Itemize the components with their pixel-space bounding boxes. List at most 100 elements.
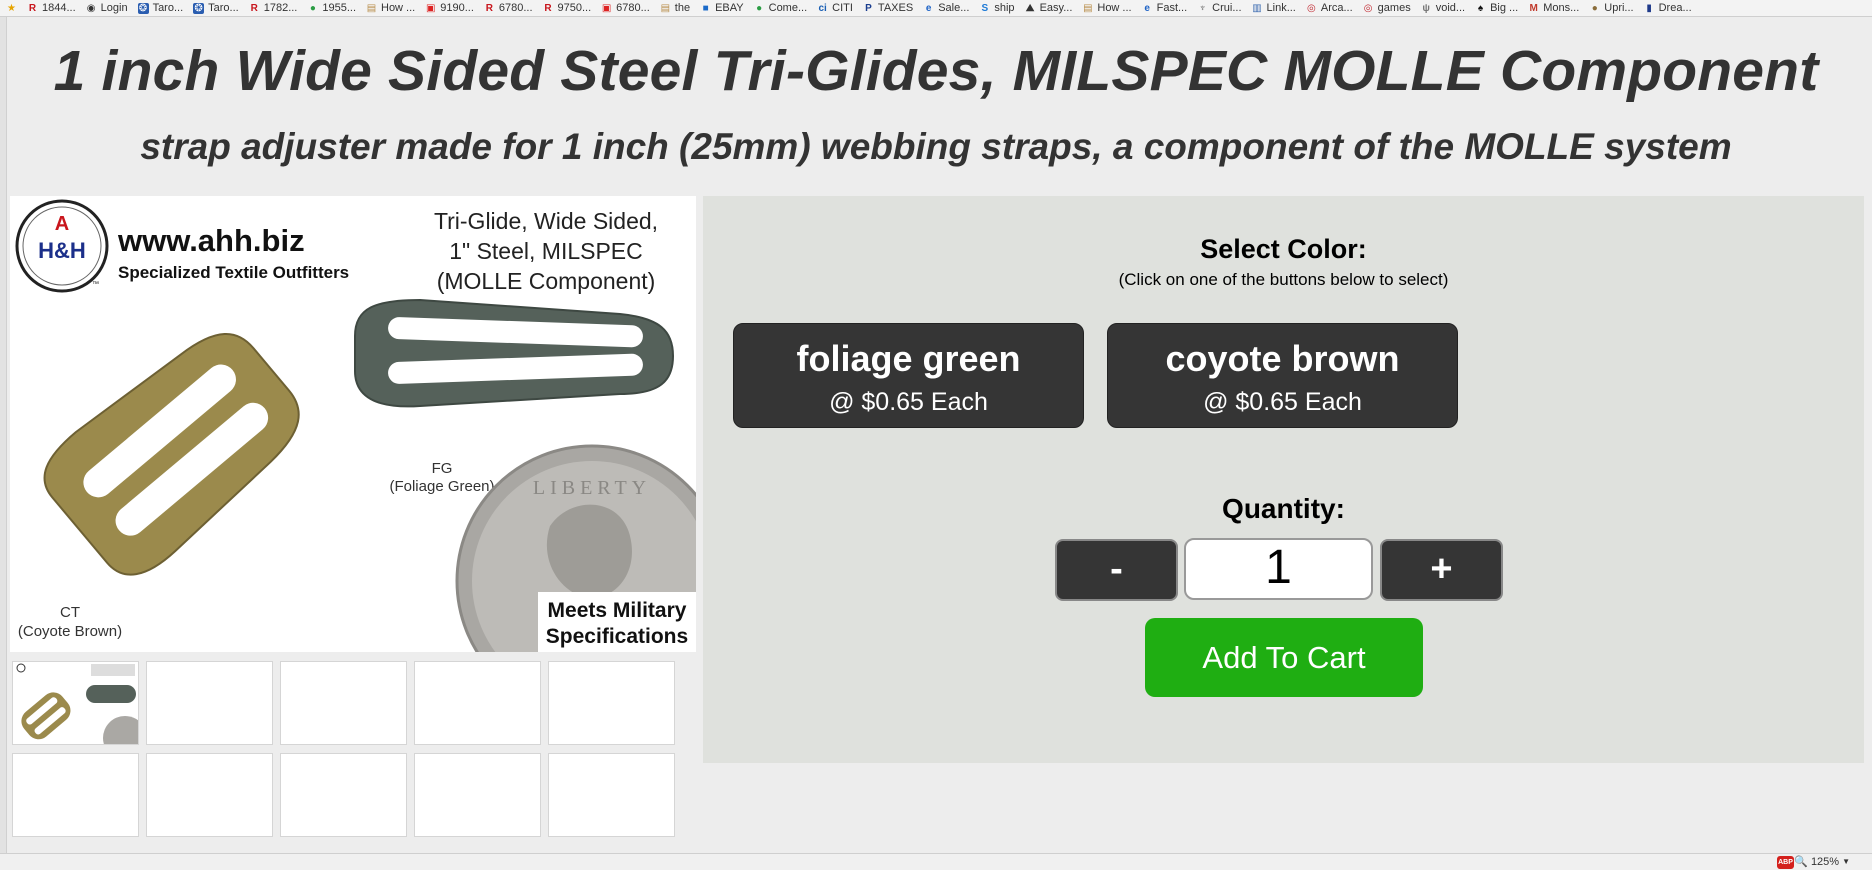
bookmark-label: 1844... [42,2,76,14]
bookmark-item[interactable]: ❂ Taro... [137,2,183,14]
bookmark-label: games [1377,2,1411,14]
coyote-brown-triglide [43,333,300,576]
bookmark-item[interactable]: ⛰ Easy... [1025,2,1073,14]
foliage-green-triglide [354,298,675,408]
bookmark-item[interactable]: ◉ Login [86,2,128,14]
status-bar: ABP 🔍 125% ▼ [0,853,1872,870]
thumbnail-3[interactable] [280,661,407,745]
thumbnail-5[interactable] [548,661,675,745]
chevron-down-icon: ▼ [1842,857,1850,866]
bookmark-item[interactable]: e Fast... [1142,2,1188,14]
bookmark-label: 9190... [440,2,474,14]
color-button-coyote-brown[interactable]: coyote brown @ $0.65 Each [1107,323,1458,428]
thumbnail-9[interactable] [414,753,541,837]
bookmark-item[interactable]: ψ void... [1421,2,1465,14]
product-main-image[interactable]: A H&H ™ www.ahh.biz Specialized Textile … [10,196,696,652]
bookmark-label: Sale... [938,2,970,14]
select-color-hint: (Click on one of the buttons below to se… [1118,270,1449,289]
bookmark-label: How ... [1097,2,1132,14]
bookmark-label: How ... [381,2,416,14]
milspec-line-1: Meets Military [548,599,687,622]
product-subtitle: strap adjuster made for 1 inch (25mm) we… [140,126,1732,167]
void-icon: ψ [1422,2,1430,14]
tarot-icon: ❂ [193,2,205,14]
bookmark-label: Upri... [1604,2,1634,14]
bookmark-item[interactable]: M Mons... [1528,2,1580,14]
bookmark-label: EBAY [715,2,744,14]
color-button-foliage-green[interactable]: foliage green @ $0.65 Each [733,323,1084,428]
bookmark-item[interactable]: e Sale... [923,2,969,14]
color-price: @ $0.65 Each [829,388,988,416]
r-logo-icon: R [28,2,37,14]
thumbnail-6[interactable] [12,753,139,837]
bookmark-label: 6780... [616,2,650,14]
zoom-indicator[interactable]: 🔍 125% ▼ [1794,855,1850,869]
bookmark-item[interactable]: R 6780... [484,2,533,14]
quantity-increment-button[interactable]: + [1380,539,1503,601]
eye-icon: ◎ [1363,2,1373,14]
bookmark-item[interactable]: ◎ Arca... [1306,2,1353,14]
bookmark-item[interactable]: ♆ Crui... [1197,2,1242,14]
bookmark-item[interactable]: ci CITI [817,2,852,14]
color-price: @ $0.65 Each [1203,388,1362,416]
thumbnail-8[interactable] [280,753,407,837]
bookmark-item[interactable]: ● Upri... [1589,2,1634,14]
thumbnail-7[interactable] [146,753,273,837]
ct-code: CT [60,604,80,621]
add-to-cart-button[interactable]: Add To Cart [1145,618,1423,697]
bookmark-label: Fast... [1156,2,1188,14]
caption-line-3: (MOLLE Component) [437,268,656,294]
page-icon: ▤ [660,2,671,14]
gift-icon: ▣ [426,2,436,14]
bookmark-label: the [674,2,691,14]
product-title: 1 inch Wide Sided Steel Tri-Glides, MILS… [53,39,1819,103]
brand-site: www.ahh.biz [117,223,305,258]
bookmark-item[interactable]: R 1782... [249,2,298,14]
bookmark-item[interactable]: ▤ How ... [366,2,415,14]
bookmark-item[interactable]: ▤ the [660,2,691,14]
color-name: coyote brown [1165,338,1400,379]
bookmark-label: Easy... [1039,2,1073,14]
bookmark-item[interactable]: Sship [979,2,1015,14]
bookmark-item[interactable]: ▣ 9190... [425,2,474,14]
bookmark-item[interactable]: ♠ Big ... [1475,2,1518,14]
thumbnail-2[interactable] [146,661,273,745]
adblock-plus-icon[interactable]: ABP [1777,856,1794,869]
bookmark-item[interactable]: ▮ Drea... [1644,2,1692,14]
thumbnail-4[interactable] [414,661,541,745]
bookmark-item[interactable]: ❂ Taro... [193,2,239,14]
select-color-title: Select Color: [1200,234,1367,264]
color-name: foliage green [796,338,1021,379]
bookmark-item[interactable]: ★ [6,3,17,14]
thumbnail-1[interactable] [12,661,147,760]
bookmark-label: Drea... [1658,2,1692,14]
bookmark-item[interactable]: ■ EBAY [700,2,744,14]
bookmark-item[interactable]: R 1844... [27,2,76,14]
milspec-line-2: Specifications [546,625,688,648]
bookmark-item[interactable]: ▣ 6780... [601,2,650,14]
quantity-input[interactable]: 1 [1184,538,1373,600]
bookmark-item[interactable]: ▥ Link... [1252,2,1296,14]
fg-name: (Foliage Green) [389,478,494,495]
bookmark-label: Link... [1266,2,1296,14]
quantity-decrement-button[interactable]: - [1055,539,1178,601]
ebay-icon: ■ [702,2,709,14]
caption-line-2: 1" Steel, MILSPEC [449,238,643,264]
cruise-icon: ♆ [1198,2,1207,14]
bookmark-item[interactable]: ▤ How ... [1082,2,1131,14]
bookmark-item[interactable]: ● 1955... [307,2,356,14]
bookmark-item[interactable]: ◎ games [1363,2,1411,14]
ship-icon: S [981,2,989,14]
e-icon: e [925,2,932,14]
bookmark-label: Mons... [1543,2,1580,14]
bookmark-label: Arca... [1320,2,1353,14]
bookmark-item[interactable]: P TAXES [863,2,913,14]
fg-code: FG [432,460,453,477]
bookmark-label: Login [100,2,128,14]
bookmarks-bar: ★ R 1844... ◉ Login ❂ Taro... ❂ Taro... R 1782... ●… [0,0,1872,17]
thumbnail-10[interactable] [548,753,675,837]
bookmark-item[interactable]: ● Come... [754,2,807,14]
tarot-icon: ❂ [137,2,149,14]
bookmark-item[interactable]: R 9750... [543,2,591,14]
r-logo-icon: R [544,2,552,14]
